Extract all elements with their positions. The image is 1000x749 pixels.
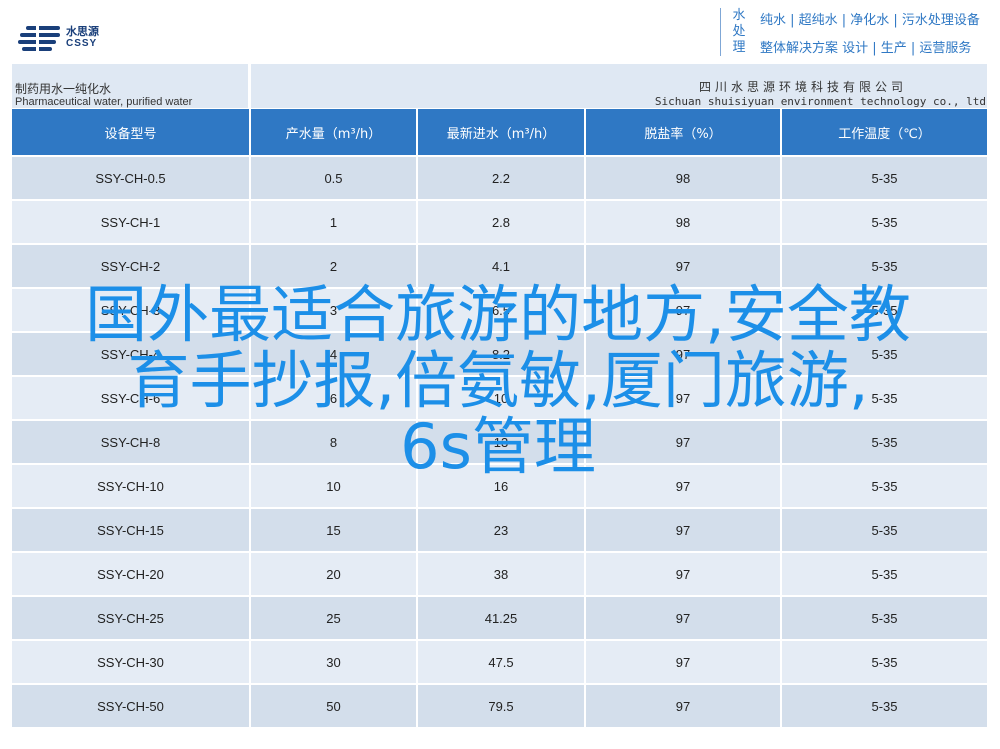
table-cell: 2.8 bbox=[418, 201, 586, 245]
table-cell: 5-35 bbox=[782, 201, 987, 245]
table-cell: 5-35 bbox=[782, 421, 987, 465]
column-header-output: 产水量（m³/h） bbox=[251, 109, 418, 157]
table-cell: 15 bbox=[251, 509, 418, 553]
company-name-en: Sichuan shuisiyuan environment technolog… bbox=[654, 95, 986, 108]
table-cell: 47.5 bbox=[418, 641, 586, 685]
table-cell: 10 bbox=[418, 377, 586, 421]
table-row: SSY-CH-25 25 41.25 97 5-35 bbox=[12, 597, 987, 641]
table-cell: 97 bbox=[586, 245, 782, 289]
table-cell: SSY-CH-6 bbox=[12, 377, 251, 421]
table-cell: 4 bbox=[251, 333, 418, 377]
table-cell: 10 bbox=[251, 465, 418, 509]
table-cell: 6.5 bbox=[418, 289, 586, 333]
table-row: SSY-CH-2 2 4.1 97 5-35 bbox=[12, 245, 987, 289]
table-cell: 13 bbox=[418, 421, 586, 465]
logo-text-en: CSSY bbox=[66, 38, 98, 49]
table-cell: 50 bbox=[251, 685, 418, 729]
brand-vertical-text: 水处理 bbox=[732, 8, 746, 55]
table-cell: 5-35 bbox=[782, 289, 987, 333]
table-cell: 5-35 bbox=[782, 597, 987, 641]
spec-table: 设备型号 产水量（m³/h） 最新进水（m³/h） 脱盐率（%） 工作温度（℃）… bbox=[12, 109, 987, 729]
table-row: SSY-CH-0.5 0.5 2.2 98 5-35 bbox=[12, 157, 987, 201]
table-cell: SSY-CH-25 bbox=[12, 597, 251, 641]
table-cell: SSY-CH-8 bbox=[12, 421, 251, 465]
table-cell: SSY-CH-30 bbox=[12, 641, 251, 685]
table-cell: 79.5 bbox=[418, 685, 586, 729]
table-cell: 1 bbox=[251, 201, 418, 245]
table-cell: 25 bbox=[251, 597, 418, 641]
table-cell: 97 bbox=[586, 465, 782, 509]
table-cell: 0.5 bbox=[251, 157, 418, 201]
table-cell: SSY-CH-15 bbox=[12, 509, 251, 553]
table-cell: 97 bbox=[586, 553, 782, 597]
table-cell: 8.2 bbox=[418, 333, 586, 377]
table-cell: 20 bbox=[251, 553, 418, 597]
column-header-inflow: 最新进水（m³/h） bbox=[418, 109, 586, 157]
table-cell: 5-35 bbox=[782, 157, 987, 201]
table-cell: 98 bbox=[586, 201, 782, 245]
table-cell: 2 bbox=[251, 245, 418, 289]
slogan-line-1: 纯水 | 超纯水 | 净化水 | 污水处理设备 bbox=[760, 13, 980, 28]
table-cell: 5-35 bbox=[782, 509, 987, 553]
table-row: SSY-CH-3 3 6.5 97 5-35 bbox=[12, 289, 987, 333]
table-row: SSY-CH-8 8 13 97 5-35 bbox=[12, 421, 987, 465]
table-row: SSY-CH-50 50 79.5 97 5-35 bbox=[12, 685, 987, 729]
table-cell: SSY-CH-50 bbox=[12, 685, 251, 729]
table-cell: 5-35 bbox=[782, 465, 987, 509]
table-cell: 30 bbox=[251, 641, 418, 685]
table-row: SSY-CH-20 20 38 97 5-35 bbox=[12, 553, 987, 597]
column-header-temperature: 工作温度（℃） bbox=[782, 109, 987, 157]
table-cell: 97 bbox=[586, 377, 782, 421]
table-cell: 3 bbox=[251, 289, 418, 333]
table-cell: 97 bbox=[586, 421, 782, 465]
table-cell: 6 bbox=[251, 377, 418, 421]
table-header-row: 设备型号 产水量（m³/h） 最新进水（m³/h） 脱盐率（%） 工作温度（℃） bbox=[12, 109, 987, 157]
company-name-cn: 四川水思源环境科技有限公司 bbox=[698, 80, 907, 94]
table-row: SSY-CH-1 1 2.8 98 5-35 bbox=[12, 201, 987, 245]
table-cell: 97 bbox=[586, 685, 782, 729]
table-cell: 5-35 bbox=[782, 245, 987, 289]
table-cell: 38 bbox=[418, 553, 586, 597]
table-row: SSY-CH-6 6 10 97 5-35 bbox=[12, 377, 987, 421]
table-row: SSY-CH-10 10 16 97 5-35 bbox=[12, 465, 987, 509]
table-cell: 2.2 bbox=[418, 157, 586, 201]
table-cell: 8 bbox=[251, 421, 418, 465]
table-cell: 5-35 bbox=[782, 553, 987, 597]
table-cell: 97 bbox=[586, 641, 782, 685]
table-cell: 97 bbox=[586, 333, 782, 377]
column-header-model: 设备型号 bbox=[12, 109, 251, 157]
logo-text-cn: 水思源 bbox=[66, 25, 99, 38]
table-cell: SSY-CH-0.5 bbox=[12, 157, 251, 201]
slogan-line-2: 整体解决方案 设计 | 生产 | 运营服务 bbox=[760, 41, 972, 56]
table-cell: 4.1 bbox=[418, 245, 586, 289]
table-cell: 97 bbox=[586, 289, 782, 333]
table-row: SSY-CH-4 4 8.2 97 5-35 bbox=[12, 333, 987, 377]
table-cell: 98 bbox=[586, 157, 782, 201]
table-cell: 16 bbox=[418, 465, 586, 509]
product-title-en: Pharmaceutical water, purified water bbox=[15, 96, 193, 108]
column-header-desalination: 脱盐率（%） bbox=[586, 109, 782, 157]
table-cell: 97 bbox=[586, 597, 782, 641]
table-cell: SSY-CH-3 bbox=[12, 289, 251, 333]
table-cell: 41.25 bbox=[418, 597, 586, 641]
table-cell: 5-35 bbox=[782, 685, 987, 729]
table-cell: 5-35 bbox=[782, 377, 987, 421]
table-cell: 5-35 bbox=[782, 333, 987, 377]
table-row: SSY-CH-15 15 23 97 5-35 bbox=[12, 509, 987, 553]
table-row: SSY-CH-30 30 47.5 97 5-35 bbox=[12, 641, 987, 685]
table-cell: 97 bbox=[586, 509, 782, 553]
table-cell: SSY-CH-1 bbox=[12, 201, 251, 245]
header-divider bbox=[720, 8, 721, 56]
product-title-cn: 制药用水一纯化水 bbox=[15, 82, 112, 96]
table-cell: SSY-CH-4 bbox=[12, 333, 251, 377]
table-cell: SSY-CH-2 bbox=[12, 245, 251, 289]
table-cell: SSY-CH-20 bbox=[12, 553, 251, 597]
table-cell: SSY-CH-10 bbox=[12, 465, 251, 509]
table-cell: 5-35 bbox=[782, 641, 987, 685]
table-cell: 23 bbox=[418, 509, 586, 553]
